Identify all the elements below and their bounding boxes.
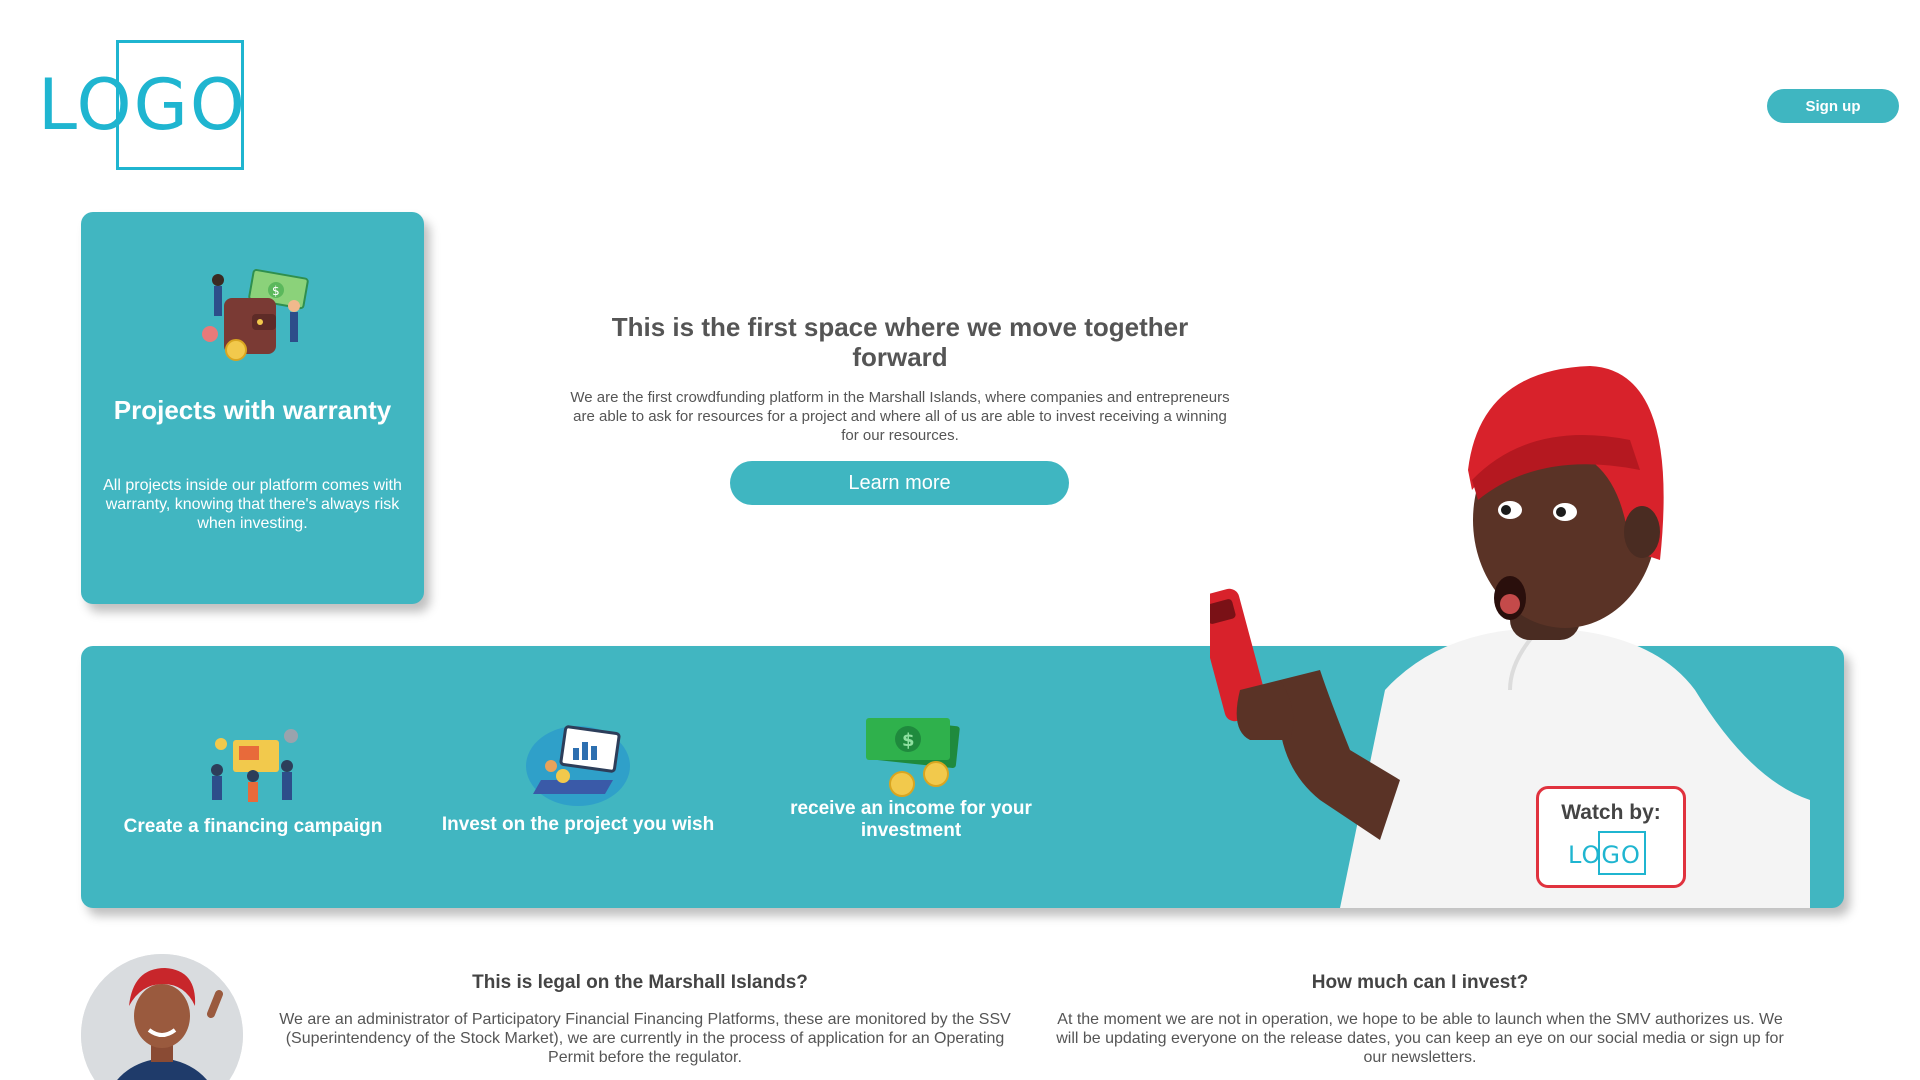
step-label: Create a financing campaign: [123, 816, 383, 837]
step-receive-income: $ receive an income for your investment: [766, 712, 1056, 842]
warranty-title: Projects with warranty: [113, 395, 392, 425]
hero-text: We are the first crowdfunding platform i…: [570, 389, 1230, 444]
watch-badge: Watch by: LOGO: [1536, 786, 1686, 888]
step-label: receive an income for your investment: [790, 798, 1032, 841]
landing-page: LOGO Sign up $ Projects with warranty Al…: [0, 0, 1920, 1080]
faq-invest-text: At the moment we are not in operation, w…: [1056, 1011, 1784, 1066]
step-invest-project: Invest on the project you wish: [428, 718, 728, 836]
wallet-money-icon: $: [202, 269, 309, 361]
watch-label: Watch by:: [1561, 801, 1661, 824]
surprised-man-image: [1210, 366, 1810, 908]
watch-logo: LOGO: [1568, 831, 1654, 875]
step-label: Invest on the project you wish: [441, 814, 715, 835]
step-create-campaign: Create a financing campaign: [108, 726, 398, 838]
faq-invest-title: How much can I invest?: [1311, 972, 1529, 993]
watch-logo-text: LOGO: [1568, 841, 1641, 869]
team-campaign-icon: [211, 729, 298, 802]
logo-text: LOGO: [38, 64, 247, 146]
learn-more-button[interactable]: Learn more: [730, 461, 1069, 505]
site-logo[interactable]: LOGO: [38, 40, 248, 170]
svg-text:$: $: [902, 730, 915, 751]
signup-button[interactable]: Sign up: [1767, 89, 1899, 123]
hero-title: This is the first space where we move to…: [611, 312, 1189, 372]
warranty-text: All projects inside our platform comes w…: [103, 477, 402, 532]
faq-legal-text: We are an administrator of Participatory…: [279, 1011, 1011, 1066]
faq-legal-title: This is legal on the Marshall Islands?: [472, 972, 808, 993]
laptop-investment-icon: [526, 725, 630, 806]
money-income-icon: $: [866, 718, 960, 797]
warranty-card: $ Projects with warranty All projects in…: [81, 212, 424, 604]
svg-text:$: $: [272, 284, 280, 298]
woman-illustration: [81, 954, 243, 1080]
woman-avatar-image: [81, 954, 243, 1080]
